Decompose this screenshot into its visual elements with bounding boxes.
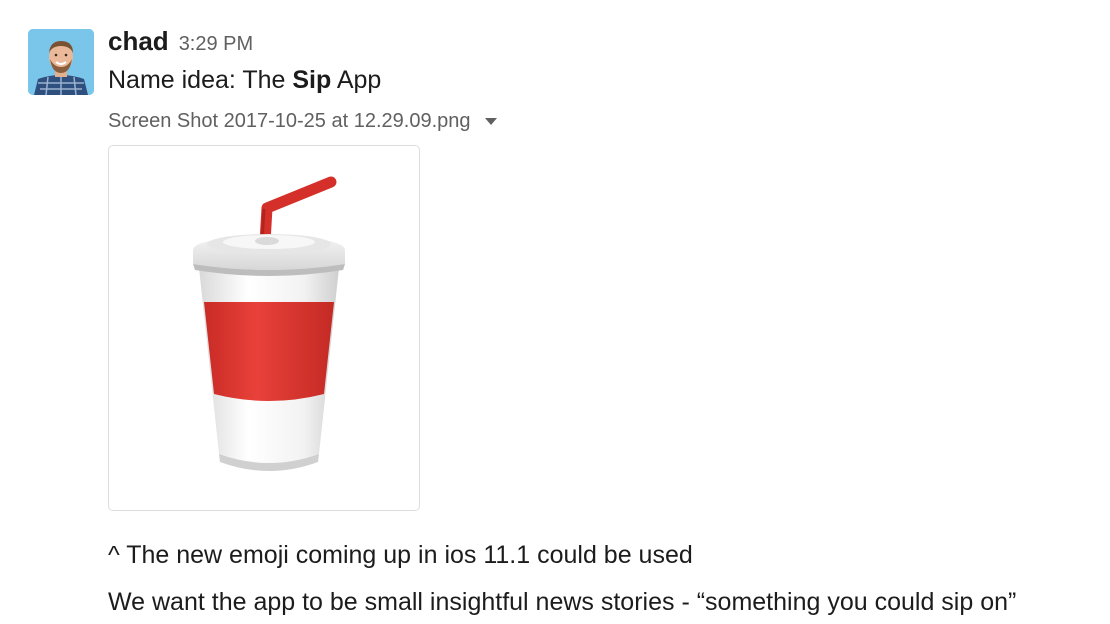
message-text-line-2: ^ The new emoji coming up in ios 11.1 co…: [108, 541, 693, 569]
message-text-line-1: Name idea: The Sip App: [108, 64, 1100, 96]
message-text-line-3: We want the app to be small insightful n…: [108, 588, 1017, 616]
line1-bold-word: Sip: [292, 66, 332, 94]
line1-suffix: App: [331, 66, 382, 94]
avatar[interactable]: [28, 29, 94, 95]
attachment-filename[interactable]: Screen Shot 2017-10-25 at 12.29.09.png: [108, 110, 471, 133]
cup-with-straw-icon: [193, 176, 345, 471]
author-name[interactable]: chad: [108, 26, 169, 57]
attachment-image[interactable]: [108, 145, 420, 511]
message-timestamp[interactable]: 3:29 PM: [179, 33, 253, 56]
attachment-header: Screen Shot 2017-10-25 at 12.29.09.png: [108, 108, 1100, 134]
avatar-photo: [28, 29, 94, 95]
chevron-down-icon[interactable]: [484, 117, 497, 125]
message-content: chad 3:29 PM Name idea: The Sip App Scre…: [108, 26, 1100, 616]
line1-prefix: Name idea: The: [108, 66, 293, 94]
message-header: chad 3:29 PM: [108, 26, 1100, 58]
chat-message: chad 3:29 PM Name idea: The Sip App Scre…: [0, 0, 1110, 624]
